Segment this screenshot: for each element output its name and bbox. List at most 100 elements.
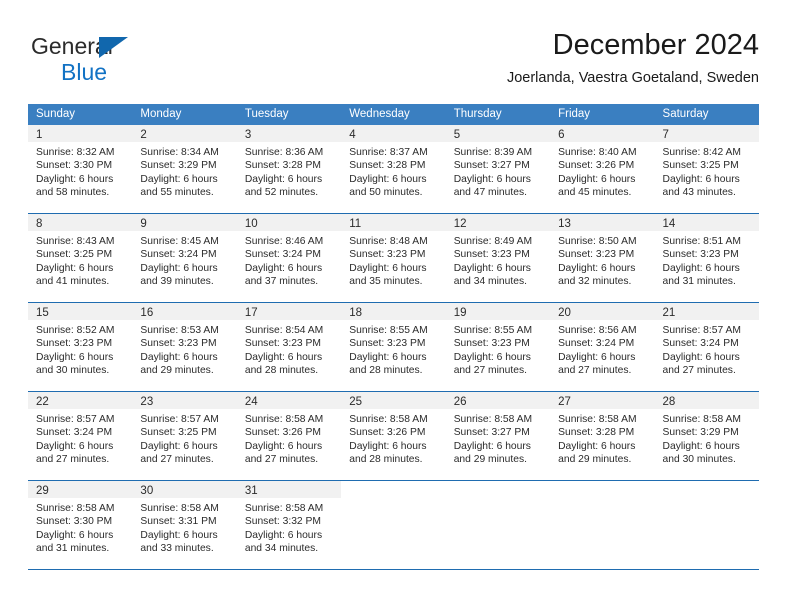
weekday-header-thursday: Thursday bbox=[453, 108, 502, 120]
day-details: Sunrise: 8:57 AM Sunset: 3:25 PM Daylight:… bbox=[132, 409, 236, 467]
weekday-header-tuesday: Tuesday bbox=[244, 108, 289, 120]
weekday-header-wednesday: Wednesday bbox=[349, 108, 410, 120]
day-number-band: 5 bbox=[445, 125, 551, 142]
calendar-day-cell[interactable]: 16 Sunrise: 8:53 AM Sunset: 3:23 PM Dayligh… bbox=[132, 303, 237, 391]
day-number-band: 29 bbox=[28, 481, 133, 498]
sunrise-time: Sunrise: 8:55 AM bbox=[349, 325, 428, 336]
general-blue-logo[interactable]: General Blue bbox=[31, 35, 231, 87]
daylight-duration-line1: Daylight: 6 hours bbox=[662, 351, 740, 363]
day-number-band: 6 bbox=[550, 125, 655, 142]
day-number: 28 bbox=[662, 396, 676, 408]
sunset-time: Sunset: 3:23 PM bbox=[662, 249, 739, 261]
day-details bbox=[341, 498, 445, 502]
day-number-band: 23 bbox=[132, 392, 237, 409]
daylight-duration-line2: and 52 minutes. bbox=[244, 187, 319, 199]
calendar-day-cell[interactable]: 6 Sunrise: 8:40 AM Sunset: 3:26 PM Daylight… bbox=[550, 125, 655, 213]
day-number-band: 15 bbox=[28, 303, 133, 320]
calendar-day-cell[interactable]: 27 Sunrise: 8:58 AM Sunset: 3:28 PM Dayligh… bbox=[550, 392, 655, 480]
sunrise-time: Sunrise: 8:58 AM bbox=[244, 503, 324, 514]
calendar-day-cell[interactable]: 10 Sunrise: 8:46 AM Sunset: 3:24 PM Dayligh… bbox=[236, 214, 342, 302]
daylight-duration-line2: and 34 minutes. bbox=[244, 543, 319, 555]
calendar-day-cell[interactable]: 18 Sunrise: 8:55 AM Sunset: 3:23 PM Dayligh… bbox=[341, 303, 446, 391]
day-details: Sunrise: 8:58 AM Sunset: 3:30 PM Daylight:… bbox=[28, 498, 132, 556]
calendar-day-cell-empty bbox=[654, 481, 759, 569]
day-details: Sunrise: 8:55 AM Sunset: 3:23 PM Daylight:… bbox=[341, 320, 445, 378]
weekday-header-monday: Monday bbox=[140, 108, 182, 120]
daylight-duration-line2: and 29 minutes. bbox=[140, 365, 214, 377]
day-number: 8 bbox=[36, 218, 43, 230]
day-number-band: 30 bbox=[132, 481, 237, 498]
sunrise-time: Sunrise: 8:58 AM bbox=[140, 503, 219, 514]
calendar-day-cell[interactable]: 14 Sunrise: 8:51 AM Sunset: 3:23 PM Dayligh… bbox=[654, 214, 759, 302]
calendar-day-cell[interactable]: 20 Sunrise: 8:56 AM Sunset: 3:24 PM Dayligh… bbox=[550, 303, 655, 391]
calendar-day-cell[interactable]: 19 Sunrise: 8:55 AM Sunset: 3:23 PM Dayligh… bbox=[445, 303, 551, 391]
daylight-duration-line2: and 27 minutes. bbox=[140, 454, 214, 466]
calendar-day-cell[interactable]: 2 Sunrise: 8:34 AM Sunset: 3:29 PM Daylight… bbox=[132, 125, 237, 213]
calendar-day-cell[interactable]: 26 Sunrise: 8:58 AM Sunset: 3:27 PM Dayligh… bbox=[445, 392, 551, 480]
day-number: 13 bbox=[558, 218, 571, 230]
calendar-day-cell[interactable]: 8 Sunrise: 8:43 AM Sunset: 3:25 PM Daylight… bbox=[28, 214, 133, 302]
day-number-band: 7 bbox=[654, 125, 759, 142]
sunrise-time: Sunrise: 8:37 AM bbox=[349, 147, 428, 158]
day-number: 16 bbox=[140, 307, 154, 319]
calendar-day-cell[interactable]: 12 Sunrise: 8:49 AM Sunset: 3:23 PM Dayligh… bbox=[445, 214, 551, 302]
day-details: Sunrise: 8:49 AM Sunset: 3:23 PM Daylight:… bbox=[446, 231, 550, 289]
sunset-time: Sunset: 3:24 PM bbox=[140, 249, 217, 261]
day-number: 30 bbox=[140, 485, 154, 497]
calendar-day-cell[interactable]: 24 Sunrise: 8:58 AM Sunset: 3:26 PM Dayligh… bbox=[236, 392, 342, 480]
daylight-duration-line2: and 30 minutes. bbox=[36, 365, 110, 377]
calendar-day-cell[interactable]: 5 Sunrise: 8:39 AM Sunset: 3:27 PM Daylight… bbox=[445, 125, 551, 213]
daylight-duration-line1: Daylight: 6 hours bbox=[140, 262, 218, 274]
day-number-band: 16 bbox=[132, 303, 237, 320]
day-number: 6 bbox=[558, 129, 565, 141]
daylight-duration-line1: Daylight: 6 hours bbox=[244, 262, 323, 274]
day-number-band: 25 bbox=[341, 392, 446, 409]
day-number: 25 bbox=[349, 396, 363, 408]
day-number-band: 9 bbox=[132, 214, 237, 231]
day-number: 27 bbox=[558, 396, 571, 408]
calendar-day-cell[interactable]: 21 Sunrise: 8:57 AM Sunset: 3:24 PM Dayligh… bbox=[654, 303, 759, 391]
calendar-day-cell[interactable]: 13 Sunrise: 8:50 AM Sunset: 3:23 PM Dayligh… bbox=[550, 214, 655, 302]
calendar-day-cell[interactable]: 1 Sunrise: 8:32 AM Sunset: 3:30 PM Daylight… bbox=[28, 125, 133, 213]
sunset-time: Sunset: 3:24 PM bbox=[558, 338, 635, 350]
daylight-duration-line1: Daylight: 6 hours bbox=[244, 529, 323, 541]
calendar-day-cell[interactable]: 4 Sunrise: 8:37 AM Sunset: 3:28 PM Daylight… bbox=[341, 125, 446, 213]
sunrise-time: Sunrise: 8:43 AM bbox=[36, 236, 115, 247]
daylight-duration-line1: Daylight: 6 hours bbox=[36, 529, 114, 541]
daylight-duration-line1: Daylight: 6 hours bbox=[140, 529, 218, 541]
calendar-day-cell[interactable]: 17 Sunrise: 8:54 AM Sunset: 3:23 PM Dayligh… bbox=[236, 303, 342, 391]
day-details: Sunrise: 8:32 AM Sunset: 3:30 PM Daylight:… bbox=[28, 142, 132, 200]
sunrise-time: Sunrise: 8:34 AM bbox=[140, 147, 219, 158]
logo-text-general: General bbox=[31, 33, 113, 59]
calendar-day-cell[interactable]: 30 Sunrise: 8:58 AM Sunset: 3:31 PM Dayligh… bbox=[132, 481, 237, 569]
calendar-day-cell[interactable]: 28 Sunrise: 8:58 AM Sunset: 3:29 PM Dayligh… bbox=[654, 392, 759, 480]
sunrise-time: Sunrise: 8:45 AM bbox=[140, 236, 219, 247]
sunset-time: Sunset: 3:23 PM bbox=[453, 338, 530, 350]
sunset-time: Sunset: 3:29 PM bbox=[140, 160, 217, 172]
sunrise-time: Sunrise: 8:58 AM bbox=[558, 414, 637, 425]
calendar-day-cell[interactable]: 22 Sunrise: 8:57 AM Sunset: 3:24 PM Dayligh… bbox=[28, 392, 133, 480]
calendar-day-cell[interactable]: 25 Sunrise: 8:58 AM Sunset: 3:26 PM Dayligh… bbox=[341, 392, 446, 480]
calendar-day-cell[interactable]: 15 Sunrise: 8:52 AM Sunset: 3:23 PM Dayligh… bbox=[28, 303, 133, 391]
day-number: 18 bbox=[349, 307, 363, 319]
sunset-time: Sunset: 3:29 PM bbox=[662, 427, 739, 439]
daylight-duration-line2: and 58 minutes. bbox=[36, 187, 110, 199]
sunrise-time: Sunrise: 8:46 AM bbox=[244, 236, 324, 247]
calendar-day-cell[interactable]: 23 Sunrise: 8:57 AM Sunset: 3:25 PM Dayligh… bbox=[132, 392, 237, 480]
title-block: December 2024 Joerlanda, Vaestra Goetala… bbox=[507, 28, 759, 88]
day-number: 21 bbox=[662, 307, 676, 319]
day-number: 22 bbox=[36, 396, 49, 408]
daylight-duration-line1: Daylight: 6 hours bbox=[140, 351, 218, 363]
calendar-day-cell[interactable]: 9 Sunrise: 8:45 AM Sunset: 3:24 PM Daylight… bbox=[132, 214, 237, 302]
calendar-day-cell[interactable]: 7 Sunrise: 8:42 AM Sunset: 3:25 PM Daylight… bbox=[654, 125, 759, 213]
calendar-day-cell[interactable]: 3 Sunrise: 8:36 AM Sunset: 3:28 PM Daylight… bbox=[236, 125, 342, 213]
calendar-day-cell[interactable]: 29 Sunrise: 8:58 AM Sunset: 3:30 PM Dayligh… bbox=[28, 481, 133, 569]
page-subtitle: Joerlanda, Vaestra Goetaland, Sweden bbox=[506, 70, 759, 86]
day-number-band: 11 bbox=[341, 214, 446, 231]
daylight-duration-line1: Daylight: 6 hours bbox=[36, 440, 114, 452]
day-number: 26 bbox=[453, 396, 467, 408]
daylight-duration-line2: and 27 minutes. bbox=[453, 365, 527, 377]
day-details: Sunrise: 8:58 AM Sunset: 3:27 PM Daylight:… bbox=[446, 409, 550, 467]
calendar-day-cell[interactable]: 31 Sunrise: 8:58 AM Sunset: 3:32 PM Dayligh… bbox=[236, 481, 342, 569]
calendar-day-cell[interactable]: 11 Sunrise: 8:48 AM Sunset: 3:23 PM Dayligh… bbox=[341, 214, 446, 302]
